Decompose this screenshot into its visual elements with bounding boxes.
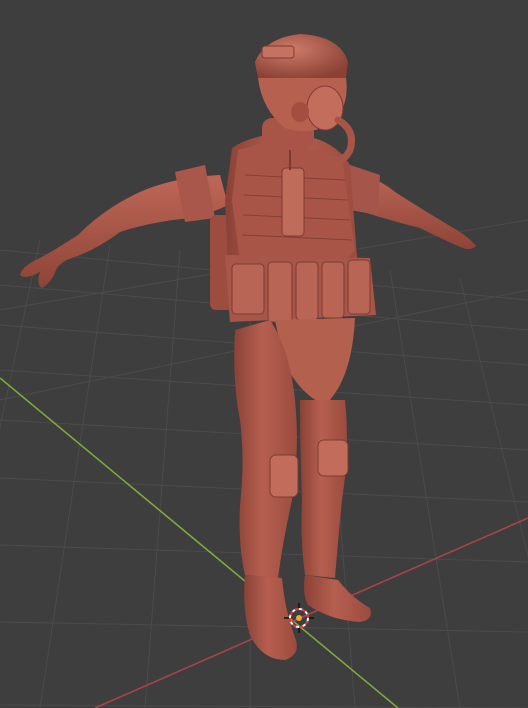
3d-viewport[interactable] [0,0,528,708]
soldier-model[interactable] [20,34,476,660]
